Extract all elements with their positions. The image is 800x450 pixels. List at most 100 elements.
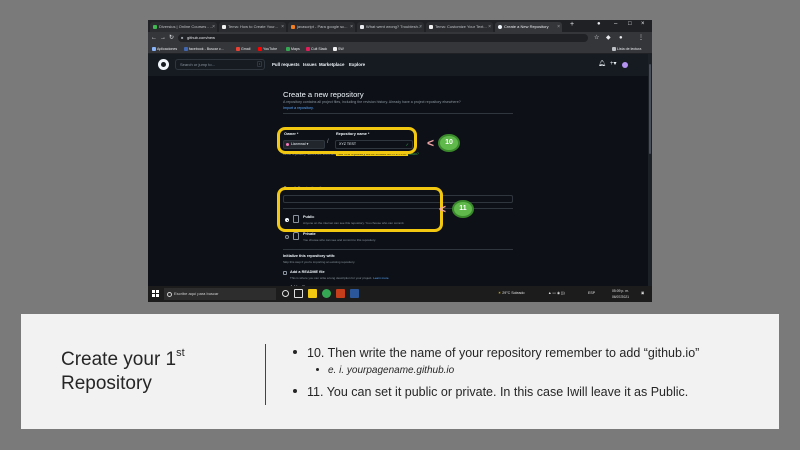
divider	[283, 249, 513, 250]
close-window-icon[interactable]: ×	[641, 21, 645, 27]
bookmark-item[interactable]: facebook - Buscar c...	[184, 45, 224, 53]
sub-bullet-example: e. i. yourpagename.github.io	[316, 365, 454, 376]
profile-avatar-icon[interactable]: ●	[619, 34, 623, 42]
highlight-repo-name	[277, 127, 417, 154]
bell-icon[interactable]: 🔔︎	[598, 59, 606, 70]
highlight-visibility	[277, 187, 443, 232]
page-scrollbar[interactable]	[648, 54, 652, 286]
browser-tab[interactable]: Tema: How to Create Your... ×	[219, 22, 286, 32]
new-tab-icon[interactable]: +	[570, 21, 574, 28]
close-icon[interactable]: ×	[488, 22, 491, 32]
nav-marketplace[interactable]: Marketplace	[319, 59, 344, 70]
nav-pull-requests[interactable]: Pull requests	[272, 59, 300, 70]
browser-tab-active[interactable]: Create a New Repository ×	[495, 22, 562, 32]
user-avatar[interactable]	[622, 62, 628, 68]
maximize-icon[interactable]: □	[628, 21, 632, 27]
file-explorer-icon[interactable]	[308, 289, 317, 298]
weather-widget[interactable]: ☀ 29°C Soleado	[498, 289, 524, 298]
bookmark-item[interactable]: Maps	[286, 45, 300, 53]
url-input[interactable]: ■ github.com/new	[178, 34, 588, 42]
readme-checkbox[interactable]	[283, 271, 287, 275]
slide-title: Create your 1st Repository	[61, 348, 185, 396]
tray-icons[interactable]: ▲ ▭ ◉ )))	[548, 289, 565, 298]
cortana-icon[interactable]	[282, 290, 289, 297]
apps-icon	[152, 47, 156, 51]
arrow-left-icon: <	[439, 202, 447, 216]
browser-tab-bar: Diversius | Online Courses - ... × Tema: …	[148, 20, 652, 32]
browser-tab[interactable]: javascript - Para google sc... ×	[288, 22, 355, 32]
powerpoint-icon[interactable]	[336, 289, 345, 298]
readme-desc-text: This is where you can write a long descr…	[290, 276, 373, 280]
bookmark-item[interactable]: Gmail	[236, 45, 250, 53]
private-description: You choose who can see and commit to thi…	[303, 238, 377, 242]
bookmark-item[interactable]: YouTube	[258, 45, 277, 53]
back-icon[interactable]: ←	[151, 34, 157, 42]
notification-icon[interactable]: ▣	[641, 289, 644, 298]
readme-learn-more-link[interactable]: Learn more.	[373, 276, 389, 280]
close-icon[interactable]: ×	[419, 22, 422, 32]
close-icon[interactable]: ×	[212, 22, 215, 32]
lock-icon: ■	[181, 35, 184, 40]
import-repo-link[interactable]: Import a repository.	[283, 106, 314, 110]
star-icon[interactable]: ☆	[594, 34, 599, 42]
scrollbar-thumb[interactable]	[649, 64, 651, 154]
tab-label: Tema: Customize Your Text...	[435, 24, 487, 29]
page-subtitle: A repository contains all project files,…	[283, 100, 461, 104]
browser-tab[interactable]: Diversius | Online Courses - ... ×	[150, 22, 217, 32]
plus-dropdown-icon[interactable]: +▾	[610, 59, 617, 70]
profile-icon[interactable]: ●	[597, 21, 601, 27]
reading-list-icon	[612, 47, 616, 51]
github-logo-icon[interactable]	[158, 59, 169, 70]
time-text: 05:09 p. m.	[612, 289, 629, 293]
bullet-step-10: 10. Then write the name of your reposito…	[293, 346, 699, 360]
github-header: Search or jump to... / Pull requests Iss…	[148, 54, 648, 76]
bookmark-item[interactable]: SW	[333, 45, 344, 53]
chrome-icon[interactable]	[322, 289, 331, 298]
bookmark-label: Gmail	[241, 47, 251, 51]
browser-tab[interactable]: Tema: Customize Your Text... ×	[426, 22, 493, 32]
init-title: Initialize this repository with:	[283, 254, 336, 258]
private-radio[interactable]	[285, 235, 289, 239]
lock-icon	[293, 232, 299, 240]
private-title: Private	[303, 232, 316, 236]
favicon-icon	[153, 25, 157, 29]
close-icon[interactable]: ×	[557, 22, 560, 32]
github-search-input[interactable]: Search or jump to... /	[175, 59, 265, 70]
taskbar-search-input[interactable]: Escribe aquí para buscar	[164, 288, 276, 300]
language-indicator[interactable]: ESP	[588, 289, 595, 298]
readme-description: This is where you can write a long descr…	[290, 276, 389, 280]
close-icon[interactable]: ×	[350, 22, 353, 32]
bookmark-item[interactable]: Aplicaciones	[152, 45, 177, 53]
title-superscript: st	[176, 347, 185, 359]
reload-icon[interactable]: ↻	[169, 34, 174, 42]
windows-start-icon[interactable]	[152, 290, 159, 297]
favicon-icon	[222, 25, 226, 29]
maps-icon	[286, 47, 290, 51]
close-icon[interactable]: ×	[281, 22, 284, 32]
menu-icon[interactable]: ⋮	[638, 34, 644, 42]
date-text: 06/07/2021	[612, 295, 629, 299]
nav-issues[interactable]: Issues	[303, 59, 317, 70]
title-line-2: Repository	[61, 373, 152, 394]
task-view-icon[interactable]	[294, 289, 303, 298]
word-icon[interactable]	[350, 289, 359, 298]
clock[interactable]: 05:09 p. m. 06/07/2021	[612, 288, 629, 300]
bookmarks-bar: Aplicaciones facebook - Buscar c... Gmai…	[148, 44, 652, 54]
slack-icon	[306, 47, 310, 51]
bullet-text: 10. Then write the name of your reposito…	[307, 346, 700, 360]
favicon-icon	[429, 25, 433, 29]
extensions-icon[interactable]: ◆	[606, 34, 611, 42]
github-screenshot: Diversius | Online Courses - ... × Tema: …	[148, 20, 652, 302]
bullet-dot	[293, 350, 297, 354]
forward-icon[interactable]: →	[160, 34, 166, 42]
nav-explore[interactable]: Explore	[349, 59, 365, 70]
bullet-dot	[316, 368, 319, 371]
sun-icon: ☀	[498, 291, 502, 295]
tab-label: Create a New Repository	[504, 24, 549, 29]
browser-tab[interactable]: What went wrong? Troublesh... ×	[357, 22, 424, 32]
windows-taskbar: Escribe aquí para buscar ☀ 29°C Soleado …	[148, 286, 652, 302]
minimize-icon[interactable]: –	[614, 21, 617, 27]
search-placeholder: Search or jump to...	[180, 62, 215, 67]
reading-list[interactable]: Lista de lectura	[612, 45, 641, 53]
bookmark-item[interactable]: Cult Slack	[306, 45, 327, 53]
